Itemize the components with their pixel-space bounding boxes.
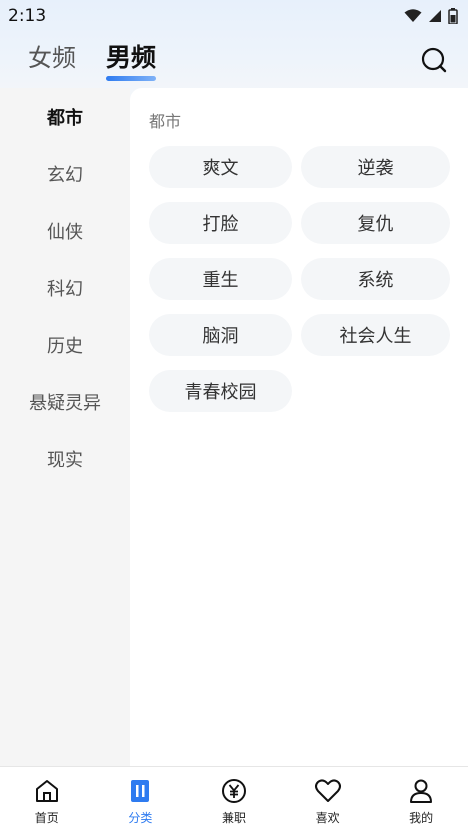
tag-button[interactable]: 打脸 bbox=[149, 202, 292, 244]
tag-button[interactable]: 青春校园 bbox=[149, 370, 292, 412]
nav-parttime-label: 兼职 bbox=[221, 811, 246, 825]
heart-icon bbox=[314, 777, 342, 805]
sidebar-item-xianxia[interactable]: 仙侠 bbox=[0, 202, 130, 259]
category-icon bbox=[126, 777, 154, 805]
nav-favorites[interactable]: 喜欢 bbox=[281, 767, 375, 832]
tag-button[interactable]: 社会人生 bbox=[301, 314, 450, 356]
status-bar: 2:13 bbox=[0, 0, 468, 32]
nav-profile-label: 我的 bbox=[409, 811, 434, 825]
search-icon bbox=[421, 47, 447, 73]
search-button[interactable] bbox=[420, 46, 448, 74]
tag-button[interactable]: 系统 bbox=[301, 258, 450, 300]
tag-grid: 爽文 逆袭 打脸 复仇 重生 系统 脑洞 社会人生 青春校园 bbox=[149, 146, 452, 412]
signal-icon bbox=[429, 10, 441, 22]
tag-button[interactable]: 复仇 bbox=[301, 202, 450, 244]
active-tab-indicator bbox=[106, 76, 156, 81]
nav-home-label: 首页 bbox=[34, 811, 59, 825]
bottom-nav: 首页 分类 兼职 喜欢 我的 bbox=[0, 766, 468, 832]
nav-profile[interactable]: 我的 bbox=[374, 767, 468, 832]
tag-button[interactable]: 重生 bbox=[149, 258, 292, 300]
nav-category[interactable]: 分类 bbox=[94, 767, 188, 832]
section-title: 都市 bbox=[149, 112, 182, 131]
tag-button[interactable]: 脑洞 bbox=[149, 314, 292, 356]
profile-icon bbox=[407, 777, 435, 805]
battery-icon bbox=[448, 8, 458, 24]
nav-favorites-label: 喜欢 bbox=[315, 811, 340, 825]
subcategory-panel: 都市 爽文 逆袭 打脸 复仇 重生 系统 脑洞 社会人生 青春校园 bbox=[130, 88, 468, 766]
nav-home[interactable]: 首页 bbox=[0, 767, 94, 832]
sidebar-item-lishi[interactable]: 历史 bbox=[0, 316, 130, 373]
sidebar-item-dushi[interactable]: 都市 bbox=[0, 88, 130, 145]
nav-parttime[interactable]: 兼职 bbox=[187, 767, 281, 832]
status-time: 2:13 bbox=[8, 6, 47, 26]
sidebar-item-kehuan[interactable]: 科幻 bbox=[0, 259, 130, 316]
wifi-icon bbox=[404, 9, 422, 22]
category-sidebar: 都市 玄幻 仙侠 科幻 历史 悬疑灵异 现实 bbox=[0, 88, 130, 768]
tag-button[interactable]: 爽文 bbox=[149, 146, 292, 188]
sidebar-item-xuanyi[interactable]: 悬疑灵异 bbox=[0, 373, 130, 430]
nav-category-label: 分类 bbox=[128, 811, 153, 825]
channel-header: 女频 男频 bbox=[0, 36, 468, 88]
sidebar-item-xianshi[interactable]: 现实 bbox=[0, 430, 130, 487]
home-icon bbox=[33, 777, 61, 805]
status-icons bbox=[404, 8, 458, 24]
sidebar-item-xuanhuan[interactable]: 玄幻 bbox=[0, 145, 130, 202]
tab-male[interactable]: 男频 bbox=[106, 42, 156, 74]
yen-icon bbox=[220, 777, 248, 805]
tag-button[interactable]: 逆袭 bbox=[301, 146, 450, 188]
tab-female[interactable]: 女频 bbox=[28, 42, 76, 74]
